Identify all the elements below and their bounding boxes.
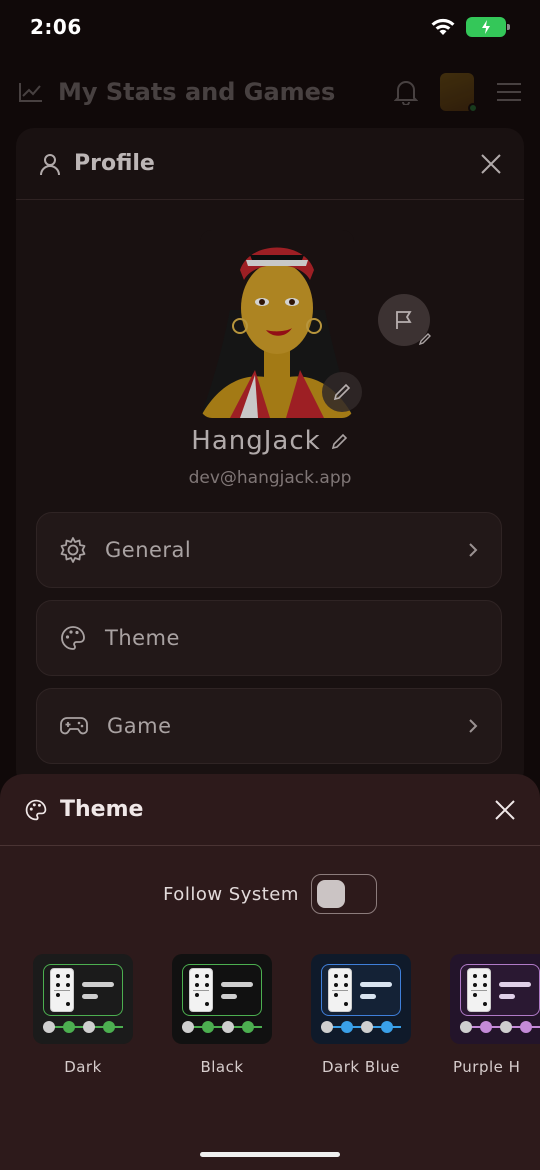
theme-dot (520, 1021, 532, 1033)
bell-icon[interactable] (394, 79, 418, 105)
theme-dots (43, 1021, 123, 1033)
status-bar: 2:06 (0, 0, 540, 54)
theme-dot (500, 1021, 512, 1033)
gamepad-icon (60, 717, 88, 735)
home-indicator (200, 1152, 340, 1157)
theme-dot (242, 1021, 254, 1033)
chevron-right-icon (469, 543, 478, 557)
theme-dot (202, 1021, 214, 1033)
online-indicator (468, 103, 478, 113)
toggle-knob (316, 880, 345, 908)
chart-icon (19, 83, 42, 102)
menu-item-label: Theme (105, 626, 180, 650)
theme-sheet-title: Theme (60, 797, 144, 822)
theme-dot (103, 1021, 115, 1033)
theme-dot (83, 1021, 95, 1033)
menu-item-theme[interactable]: Theme (36, 600, 502, 676)
wifi-icon (431, 18, 455, 35)
theme-name: Dark Blue (321, 1058, 401, 1076)
theme-dots (321, 1021, 401, 1033)
app-title: My Stats and Games (58, 78, 336, 106)
app-header: My Stats and Games (0, 62, 540, 122)
theme-sheet: Theme Follow System Dark Black Dark Blue… (0, 774, 540, 1170)
domino-icon (189, 968, 213, 1012)
theme-preview-panel (182, 964, 262, 1016)
theme-name: Purple H (453, 1058, 521, 1076)
theme-preview-panel (43, 964, 123, 1016)
theme-dot (361, 1021, 373, 1033)
menu-item-label: General (105, 538, 192, 562)
follow-system-label: Follow System (163, 883, 299, 905)
domino-icon (328, 968, 352, 1012)
pencil-icon (333, 383, 351, 401)
follow-system-toggle[interactable] (310, 874, 377, 914)
theme-list: Dark Black Dark Blue Purple H (0, 954, 540, 1094)
menu-item-general[interactable]: General (36, 512, 502, 588)
status-icons (430, 17, 510, 37)
theme-name: Dark (64, 1058, 102, 1076)
menu-item-label: Game (107, 714, 172, 738)
theme-dot (182, 1021, 194, 1033)
theme-preview (172, 954, 272, 1044)
close-icon[interactable] (494, 799, 516, 821)
theme-preview (450, 954, 540, 1044)
edit-username-icon[interactable] (331, 432, 349, 450)
theme-sheet-header: Theme (0, 774, 540, 846)
palette-icon (25, 799, 47, 820)
theme-dot (321, 1021, 333, 1033)
profile-title: Profile (74, 151, 155, 176)
edit-flag-icon[interactable] (418, 332, 432, 346)
close-icon[interactable] (480, 153, 502, 175)
domino-icon (467, 968, 491, 1012)
user-avatar[interactable] (440, 73, 478, 113)
status-time: 2:06 (30, 15, 82, 39)
theme-dot (381, 1021, 393, 1033)
chevron-right-icon (469, 719, 478, 733)
flag-icon (396, 311, 412, 329)
theme-name: Black (200, 1058, 244, 1076)
header-actions (394, 73, 522, 113)
edit-avatar-button[interactable] (322, 372, 362, 412)
theme-preview (33, 954, 133, 1044)
theme-option-dark[interactable]: Dark (33, 954, 133, 1076)
theme-preview (311, 954, 411, 1044)
user-email: dev@hangjack.app (188, 468, 352, 488)
theme-option-dark-blue[interactable]: Dark Blue (311, 954, 411, 1076)
theme-dot (43, 1021, 55, 1033)
profile-panel: Profile HangJack dev@hangjack.app Genera… (16, 128, 524, 788)
theme-dot (341, 1021, 353, 1033)
theme-dots (182, 1021, 262, 1033)
theme-preview-panel (321, 964, 401, 1016)
user-icon (40, 153, 60, 175)
theme-dot (63, 1021, 75, 1033)
theme-dot (480, 1021, 492, 1033)
palette-icon (61, 626, 85, 650)
theme-option-black[interactable]: Black (172, 954, 272, 1076)
menu-icon[interactable] (496, 82, 522, 102)
battery-icon (466, 17, 510, 37)
follow-system-row: Follow System (0, 874, 540, 914)
menu-item-game[interactable]: Game (36, 688, 502, 764)
theme-dots (460, 1021, 540, 1033)
domino-icon (50, 968, 74, 1012)
theme-option-purple[interactable]: Purple H (450, 954, 540, 1076)
theme-dot (460, 1021, 472, 1033)
profile-header: Profile (16, 128, 524, 200)
username-row: HangJack (16, 426, 524, 456)
theme-preview-panel (460, 964, 540, 1016)
username: HangJack (191, 426, 321, 456)
gear-icon (60, 537, 86, 563)
theme-dot (222, 1021, 234, 1033)
